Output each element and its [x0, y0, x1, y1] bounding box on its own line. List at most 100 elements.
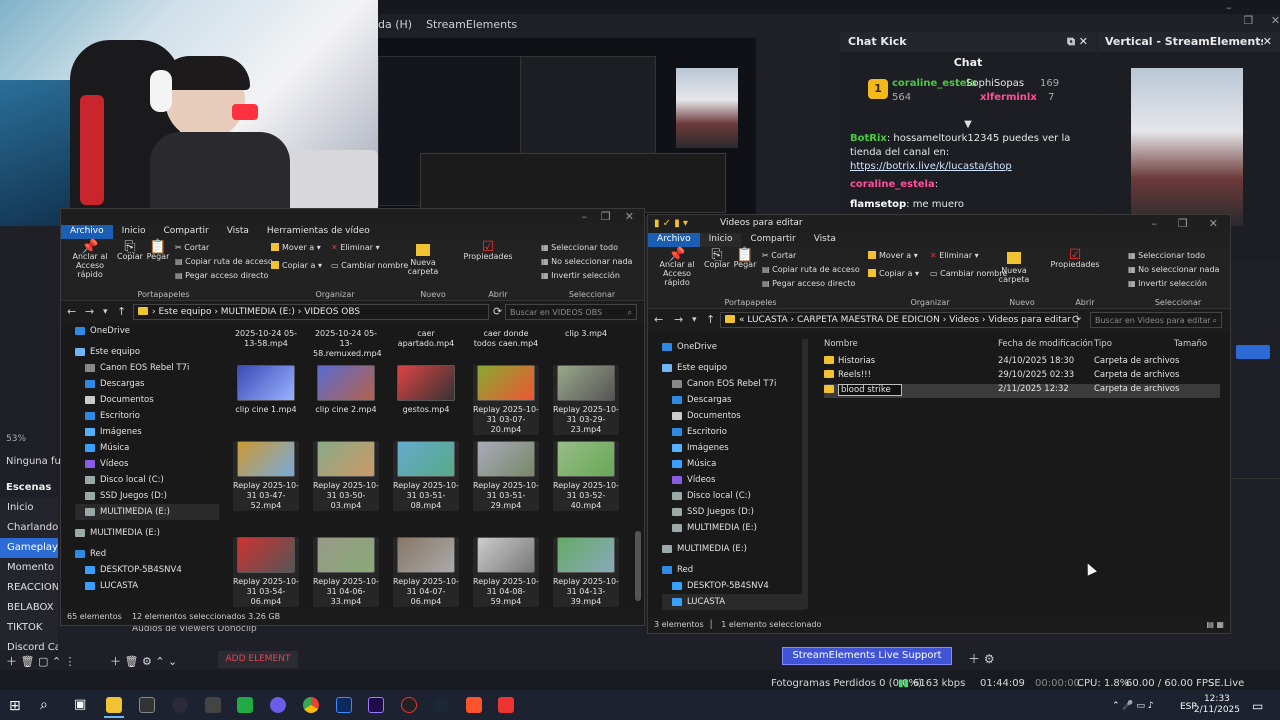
- video-thumbnail-selected[interactable]: Replay 2025-10-31 03-07-20.mp4: [473, 365, 539, 435]
- move-to-button[interactable]: Mover a ▾: [271, 243, 321, 252]
- add-gear-icon[interactable]: ＋ ⚙: [968, 650, 995, 667]
- nav-item[interactable]: Este equipo: [75, 344, 219, 360]
- pin-button[interactable]: 📌 Anclar al Acceso rápido: [650, 248, 704, 287]
- nav-item[interactable]: Canon EOS Rebel T7i: [662, 376, 804, 392]
- select-none-button[interactable]: ▦ No seleccionar nada: [1128, 265, 1219, 274]
- tab-archivo[interactable]: Archivo: [648, 233, 700, 247]
- video-thumbnail-selected[interactable]: Replay 2025-10-31 04-07-06.mp4: [393, 537, 459, 607]
- nav-item[interactable]: Escritorio: [662, 424, 804, 440]
- app-icon[interactable]: [401, 697, 417, 713]
- back-icon[interactable]: ←: [67, 305, 76, 318]
- nav-item[interactable]: Red: [662, 562, 804, 578]
- chrome-icon[interactable]: [303, 697, 319, 713]
- photoshop-icon[interactable]: [336, 697, 352, 713]
- file-item[interactable]: clip 3.mp4: [553, 329, 619, 339]
- nav-item[interactable]: Vídeos: [75, 456, 219, 472]
- paste-shortcut-button[interactable]: ▤ Pegar acceso directo: [175, 271, 268, 280]
- nav-item[interactable]: Este equipo: [662, 360, 804, 376]
- tab-vista[interactable]: Vista: [218, 225, 258, 239]
- video-thumbnail-selected[interactable]: Replay 2025-10-31 04-13-39.mp4: [553, 537, 619, 607]
- file-item[interactable]: caer donde todos caen.mp4: [473, 329, 539, 349]
- nav-item[interactable]: Canon EOS Rebel T7i: [75, 360, 219, 376]
- chevron-down-icon[interactable]: ▾: [692, 315, 697, 325]
- nav-item[interactable]: Imágenes: [75, 424, 219, 440]
- copy-path-button[interactable]: ▤ Copiar ruta de acceso: [762, 265, 860, 274]
- nav-item-selected[interactable]: MULTIMEDIA (E:): [75, 504, 219, 520]
- up-icon[interactable]: ↑: [706, 313, 715, 326]
- forward-icon[interactable]: →: [85, 305, 94, 318]
- scene-item[interactable]: REACCIONES: [0, 578, 58, 598]
- tab-compartir[interactable]: Compartir: [741, 233, 804, 247]
- dock-close-icon[interactable]: ⧉ ✕: [1067, 35, 1088, 49]
- nav-item[interactable]: MULTIMEDIA (E:): [662, 541, 804, 557]
- video-thumbnail-selected[interactable]: Replay 2025-10-31 03-47-52.mp4: [233, 441, 299, 511]
- add-scene-icon[interactable]: ＋ 🗑 ▢ ⌃ ⋮: [6, 653, 76, 669]
- tab-vista[interactable]: Vista: [805, 233, 845, 247]
- scene-item[interactable]: Momento pe: [0, 558, 58, 578]
- scene-item[interactable]: TIKTOK: [0, 618, 58, 638]
- tab-archivo[interactable]: Archivo: [61, 225, 113, 239]
- menu-help[interactable]: da (H): [378, 18, 412, 31]
- nav-item[interactable]: Disco local (C:): [75, 472, 219, 488]
- tab-compartir[interactable]: Compartir: [154, 225, 217, 239]
- nav-item[interactable]: SSD Juegos (D:): [662, 504, 804, 520]
- nav-item[interactable]: Vídeos: [662, 472, 804, 488]
- cut-button[interactable]: ✂ Cortar: [175, 243, 209, 252]
- delete-button[interactable]: ✕ Eliminar ▾: [331, 243, 380, 252]
- column-type[interactable]: Tipo: [1094, 339, 1112, 349]
- video-thumbnail-selected[interactable]: Replay 2025-10-31 04-08-59.mp4: [473, 537, 539, 607]
- video-thumbnail-selected[interactable]: Replay 2025-10-31 03-51-29.mp4: [473, 441, 539, 511]
- nav-item[interactable]: Disco local (C:): [662, 488, 804, 504]
- scene-item[interactable]: Inicio: [0, 498, 58, 518]
- scrollbar-thumb[interactable]: [635, 531, 641, 601]
- nav-item[interactable]: SSD Juegos (D:): [75, 488, 219, 504]
- tray-icons[interactable]: ⌃ 🎤 ▭ ♪: [1112, 701, 1154, 711]
- nav-item[interactable]: Documentos: [75, 392, 219, 408]
- copy-button[interactable]: ⎘ Copiar: [704, 248, 730, 269]
- window-controls[interactable]: – ❐ ✕: [581, 210, 634, 223]
- forward-icon[interactable]: →: [674, 313, 683, 326]
- nav-item-selected[interactable]: LUCASTA: [662, 594, 804, 610]
- refresh-icon[interactable]: ⟳: [493, 305, 502, 318]
- steam-icon[interactable]: [433, 697, 449, 713]
- video-thumbnail-selected[interactable]: Replay 2025-10-31 03-50-03.mp4: [313, 441, 379, 511]
- search-input[interactable]: Buscar en VIDEOS OBS ⌕: [505, 304, 637, 320]
- pin-button[interactable]: 📌 Anclar al Acceso rápido: [65, 240, 115, 279]
- paste-button[interactable]: 📋 Pegar: [732, 248, 758, 269]
- copy-to-button[interactable]: Copiar a ▾: [271, 261, 322, 270]
- nav-item[interactable]: Documentos: [662, 408, 804, 424]
- nav-item[interactable]: Descargas: [662, 392, 804, 408]
- app-icon[interactable]: [237, 697, 253, 713]
- chat-link[interactable]: https://botrix.live/k/lucasta/shop: [850, 161, 1012, 172]
- nav-item[interactable]: DESKTOP-5B4SNV4: [662, 578, 804, 594]
- nav-item[interactable]: DESKTOP-5B4SNV4: [75, 562, 219, 578]
- invert-selection-button[interactable]: ▦ Invertir selección: [1128, 279, 1207, 288]
- obs-window-controls[interactable]: – ❐ ✕: [1226, 1, 1280, 27]
- rename-button[interactable]: ▭ Cambiar nombre: [331, 261, 408, 270]
- 4k-app-icon[interactable]: [139, 697, 155, 713]
- search-input[interactable]: Buscar en Videos para editar ⌕: [1090, 312, 1222, 328]
- nav-item[interactable]: Descargas: [75, 376, 219, 392]
- paste-button[interactable]: 📋 Pegar: [145, 240, 171, 261]
- nav-item[interactable]: MULTIMEDIA (E:): [662, 520, 804, 536]
- premiere-icon[interactable]: [368, 697, 384, 713]
- add-element-button[interactable]: ADD ELEMENT: [218, 651, 298, 668]
- address-bar[interactable]: « LUCASTA › CARPETA MAESTRA DE EDICION ›…: [720, 312, 1078, 328]
- source-tools-icon[interactable]: ＋ 🗑 ⚙ ⌃ ⌄: [110, 653, 177, 669]
- clock[interactable]: 12:33 2/11/2025: [1194, 694, 1240, 716]
- notification-icon[interactable]: ▭: [1252, 699, 1263, 713]
- move-to-button[interactable]: Mover a ▾: [868, 251, 918, 260]
- copy-button[interactable]: ⎘ Copiar: [117, 240, 143, 261]
- scene-item-active[interactable]: Gameplay: [0, 538, 58, 558]
- discord-icon[interactable]: [270, 697, 286, 713]
- obs-icon[interactable]: [172, 697, 188, 713]
- se-live-support-button[interactable]: StreamElements Live Support: [782, 647, 952, 665]
- search-icon[interactable]: ⌕: [40, 697, 48, 713]
- scene-item[interactable]: BELABOX: [0, 598, 58, 618]
- nav-item[interactable]: LUCASTA: [75, 578, 219, 594]
- folder-row[interactable]: Historias 24/10/2025 18:30 Carpeta de ar…: [824, 356, 1224, 370]
- back-icon[interactable]: ←: [654, 313, 663, 326]
- rename-input[interactable]: blood strike: [838, 384, 902, 396]
- invert-selection-button[interactable]: ▦ Invertir selección: [541, 271, 620, 280]
- column-size[interactable]: Tamaño: [1174, 339, 1207, 349]
